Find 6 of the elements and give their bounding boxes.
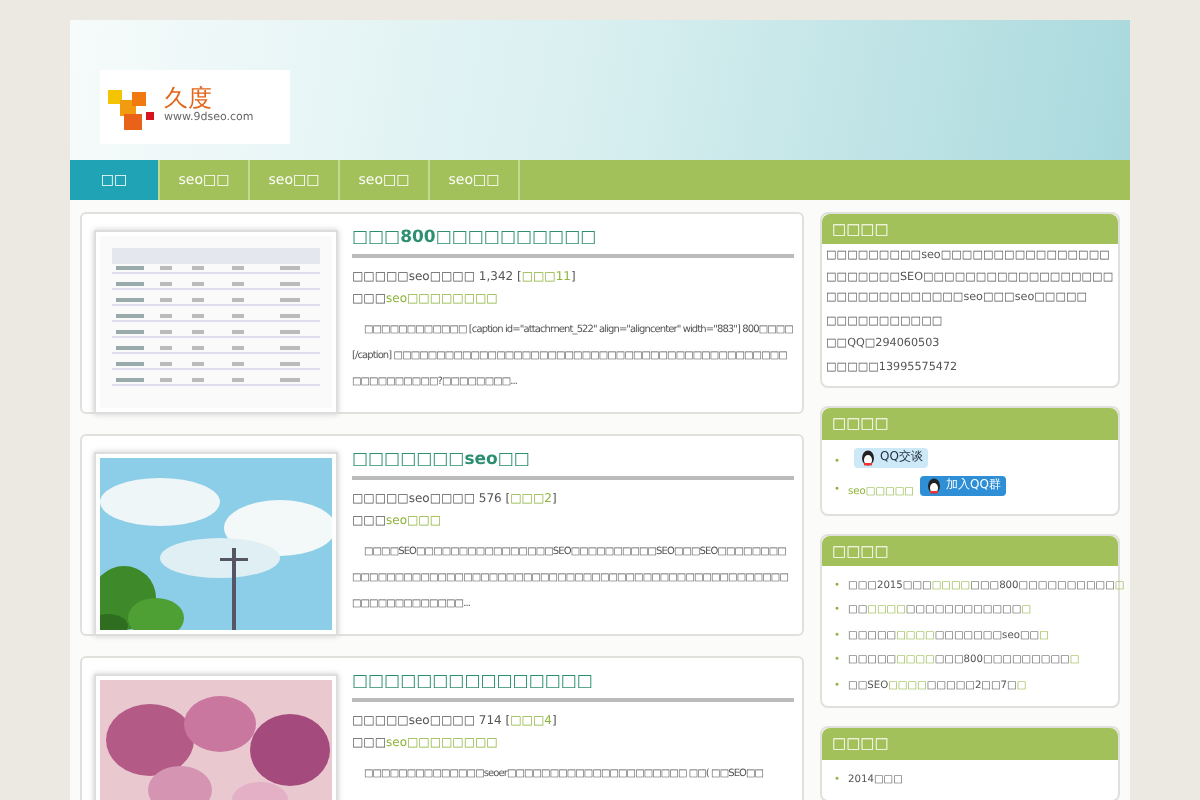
penguin-icon bbox=[860, 449, 877, 465]
logo-icon bbox=[108, 85, 156, 129]
post-title[interactable]: □□□800□□□□□□□□□□ bbox=[352, 226, 794, 258]
post-title[interactable]: □□□□□□□□□□□□□□□ bbox=[352, 670, 794, 702]
logo-name: 久度 bbox=[164, 86, 212, 111]
post-title[interactable]: □□□□□□□seo□□ bbox=[352, 448, 794, 480]
